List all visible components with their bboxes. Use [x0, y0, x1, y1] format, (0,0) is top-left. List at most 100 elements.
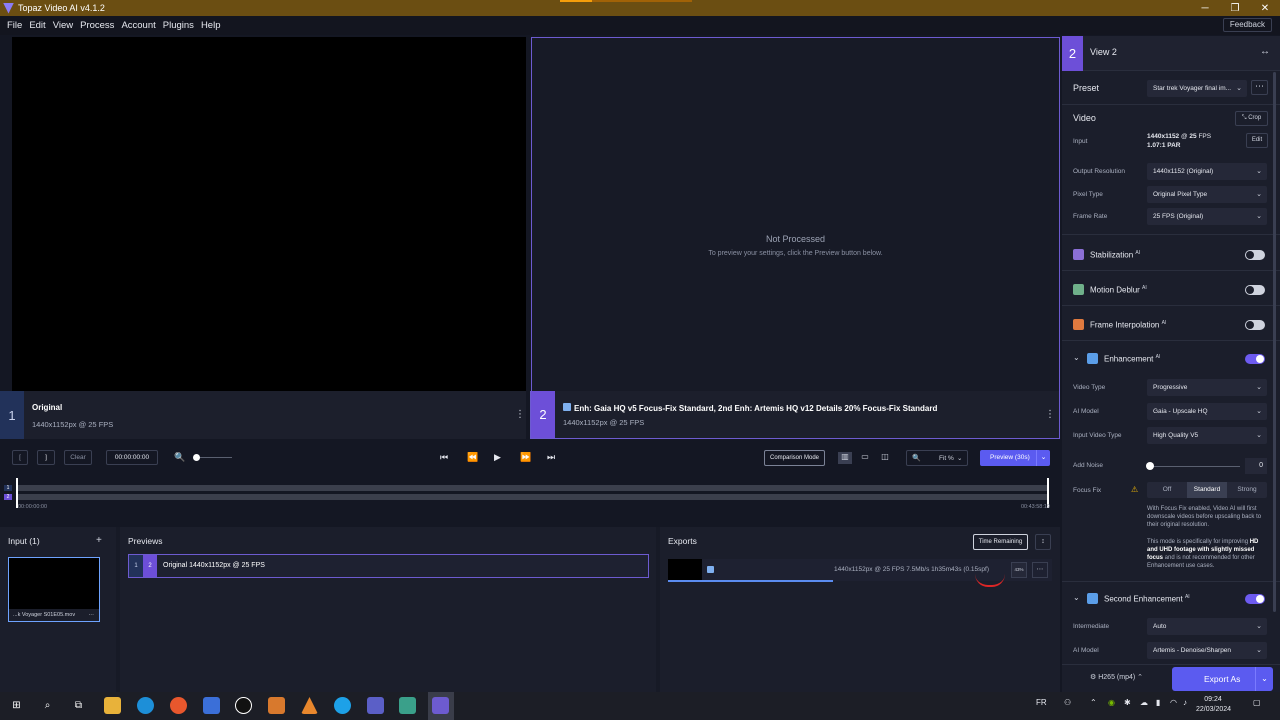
video-editor-icon[interactable]	[268, 697, 285, 714]
zoom-search-icon[interactable]: 🔍	[174, 452, 185, 463]
add-noise-value[interactable]: 0	[1245, 458, 1267, 474]
menu-edit[interactable]: Edit	[29, 20, 45, 31]
menu-file[interactable]: File	[7, 20, 22, 31]
store-icon[interactable]	[203, 697, 220, 714]
people-icon[interactable]: ⚇	[1064, 698, 1071, 707]
intermediate-select[interactable]: Auto ⌄	[1147, 618, 1267, 635]
preview-button[interactable]: Preview (30s) ⌄	[980, 450, 1050, 466]
preset-select[interactable]: Star trek Voyager final im... ⌄	[1147, 80, 1247, 97]
feedback-button[interactable]: Feedback	[1222, 18, 1272, 32]
wifi-icon[interactable]: ◠	[1170, 698, 1177, 707]
preview-dropdown-icon[interactable]: ⌄	[1036, 450, 1050, 466]
onedrive-icon[interactable]: ☁	[1140, 698, 1148, 707]
windows-start-icon[interactable]: ⊞	[8, 697, 25, 714]
set-in-point-button[interactable]: [	[12, 450, 28, 465]
timecode-input[interactable]: 00:00:00:00	[106, 450, 158, 465]
stabilization-toggle[interactable]	[1245, 250, 1265, 260]
add-noise-slider[interactable]	[1150, 466, 1240, 467]
menu-process[interactable]: Process	[80, 20, 114, 31]
export-as-button[interactable]: Export As ⌄	[1172, 667, 1273, 691]
set-out-point-button[interactable]: ]	[37, 450, 55, 465]
ai-model-select[interactable]: Gaia - Upscale HQ ⌄	[1147, 403, 1267, 420]
ai-model2-select[interactable]: Artemis - Denoise/Sharpen ⌄	[1147, 642, 1267, 659]
notifications-icon[interactable]: ▢	[1253, 698, 1261, 707]
close-button[interactable]: ✕	[1250, 0, 1280, 16]
video-type-select[interactable]: Progressive ⌄	[1147, 379, 1267, 396]
file-explorer-icon[interactable]	[104, 697, 121, 714]
frame-interpolation-toggle[interactable]	[1245, 320, 1265, 330]
menu-view[interactable]: View	[53, 20, 73, 31]
export-dropdown-icon[interactable]: ⌄	[1255, 667, 1273, 691]
play-icon[interactable]: ▶	[494, 452, 501, 463]
edit-button[interactable]: Edit	[1246, 133, 1268, 148]
task-view-icon[interactable]: ⧉	[70, 697, 87, 714]
menu-help[interactable]: Help	[201, 20, 221, 31]
second-enhancement-toggle[interactable]	[1245, 594, 1265, 604]
output-resolution-select[interactable]: 1440x1152 (Original) ⌄	[1147, 163, 1267, 180]
prev-frame-icon[interactable]: ⏪	[467, 452, 478, 463]
original-viewer[interactable]	[12, 37, 526, 391]
edge-icon[interactable]	[137, 697, 154, 714]
focus-fix-strong[interactable]: Strong	[1227, 482, 1267, 498]
single-view-icon[interactable]: ▭	[858, 452, 872, 464]
crop-button[interactable]: ⤡ Crop	[1235, 111, 1268, 126]
processed-viewer[interactable]: Not Processed To preview your settings, …	[531, 37, 1060, 391]
sort-icon[interactable]: ↕	[1035, 534, 1051, 550]
enhancement-toggle[interactable]	[1245, 354, 1265, 364]
skype-icon[interactable]	[334, 697, 351, 714]
pixel-type-select[interactable]: Original Pixel Type ⌄	[1147, 186, 1267, 203]
timeline-zoom-slider-handle[interactable]	[193, 454, 200, 461]
input-item-menu[interactable]: ⋯	[89, 609, 95, 621]
preset-more-button[interactable]: ⋯	[1251, 80, 1268, 95]
add-input-button[interactable]: +	[96, 535, 102, 546]
jump-start-icon[interactable]: ⏮	[440, 452, 448, 463]
timeline-zoom-slider[interactable]	[196, 457, 232, 458]
firefox-icon[interactable]	[170, 697, 187, 714]
bluetooth-icon[interactable]: ✱	[1124, 698, 1131, 707]
input-thumbnail[interactable]: ...k Voyager S01E05.mov ⋯	[8, 557, 100, 622]
next-frame-icon[interactable]: ⏩	[520, 452, 531, 463]
topaz-taskbar-icon[interactable]	[432, 697, 449, 714]
export-percent[interactable]: 43%	[1011, 562, 1027, 578]
input-video-type-select[interactable]: High Quality V5 ⌄	[1147, 427, 1267, 444]
sidebar-scrollbar[interactable]	[1273, 72, 1276, 612]
jump-end-icon[interactable]: ⏭	[547, 452, 555, 463]
media-app-icon[interactable]	[235, 697, 252, 714]
maximize-button[interactable]: ❐	[1220, 0, 1250, 16]
battery-icon[interactable]: ▮	[1156, 698, 1160, 707]
zoom-select[interactable]: 🔍 Fit % ⌄	[906, 450, 968, 466]
add-noise-slider-handle[interactable]	[1146, 462, 1154, 470]
timeline[interactable]: 1 2 00:00:00:00 00:43:58:19	[4, 478, 1050, 510]
view1-menu-icon[interactable]: ⋮	[515, 409, 525, 420]
teams-icon[interactable]	[367, 697, 384, 714]
nvidia-icon[interactable]: ◉	[1108, 698, 1115, 707]
tray-chevron-icon[interactable]: ⌃	[1090, 698, 1097, 707]
comparison-mode-button[interactable]: Comparison Mode	[764, 450, 825, 466]
volume-icon[interactable]: ♪	[1183, 698, 1187, 707]
search-icon[interactable]: ⌕	[39, 697, 56, 714]
motion-deblur-toggle[interactable]	[1245, 285, 1265, 295]
side-by-side-icon[interactable]: ▥	[838, 452, 852, 464]
export-more-button[interactable]: ⋯	[1032, 562, 1048, 578]
keyboard-language[interactable]: FR	[1036, 698, 1047, 707]
menu-plugins[interactable]: Plugins	[163, 20, 194, 31]
second-enhancement-collapse-icon[interactable]: ⌄	[1073, 593, 1080, 602]
timeline-track-2[interactable]	[16, 494, 1048, 500]
frame-rate-select[interactable]: 25 FPS (Original) ⌄	[1147, 208, 1267, 225]
vlc-icon[interactable]	[301, 697, 318, 714]
menu-account[interactable]: Account	[121, 20, 155, 31]
split-view-icon[interactable]: ◫	[878, 452, 892, 464]
view2-menu-icon[interactable]: ⋮	[1045, 409, 1055, 420]
focus-fix-off[interactable]: Off	[1147, 482, 1187, 498]
taskbar-clock[interactable]: 09:24 22/03/2024	[1196, 695, 1231, 715]
time-remaining-button[interactable]: Time Remaining	[973, 534, 1028, 550]
expand-icon[interactable]: ↔	[1260, 46, 1270, 57]
focus-fix-standard[interactable]: Standard	[1187, 482, 1227, 498]
enhancement-collapse-icon[interactable]: ⌄	[1073, 353, 1080, 362]
codec-select[interactable]: ⚙ H265 (mp4) ⌃	[1090, 673, 1143, 681]
minimize-button[interactable]: ─	[1190, 0, 1220, 16]
network-app-icon[interactable]	[399, 697, 416, 714]
timeline-track-1[interactable]	[16, 485, 1048, 491]
preview-row[interactable]: 1 2 Original 1440x1152px @ 25 FPS	[128, 554, 649, 578]
clear-button[interactable]: Clear	[64, 450, 92, 465]
